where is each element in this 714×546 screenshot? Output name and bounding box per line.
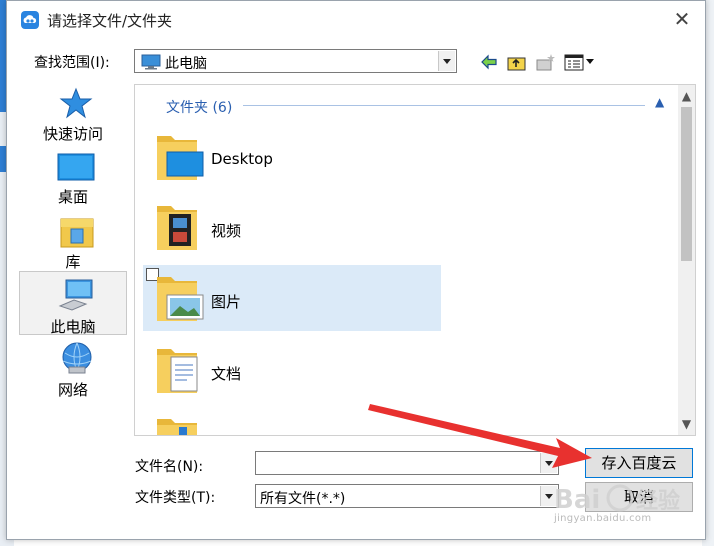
svg-text:Bai: Bai xyxy=(554,485,600,515)
watermark-url: jingyan.baidu.com xyxy=(554,513,652,524)
svg-text:经验: 经验 xyxy=(636,488,680,514)
annotation-arrow xyxy=(368,404,592,468)
